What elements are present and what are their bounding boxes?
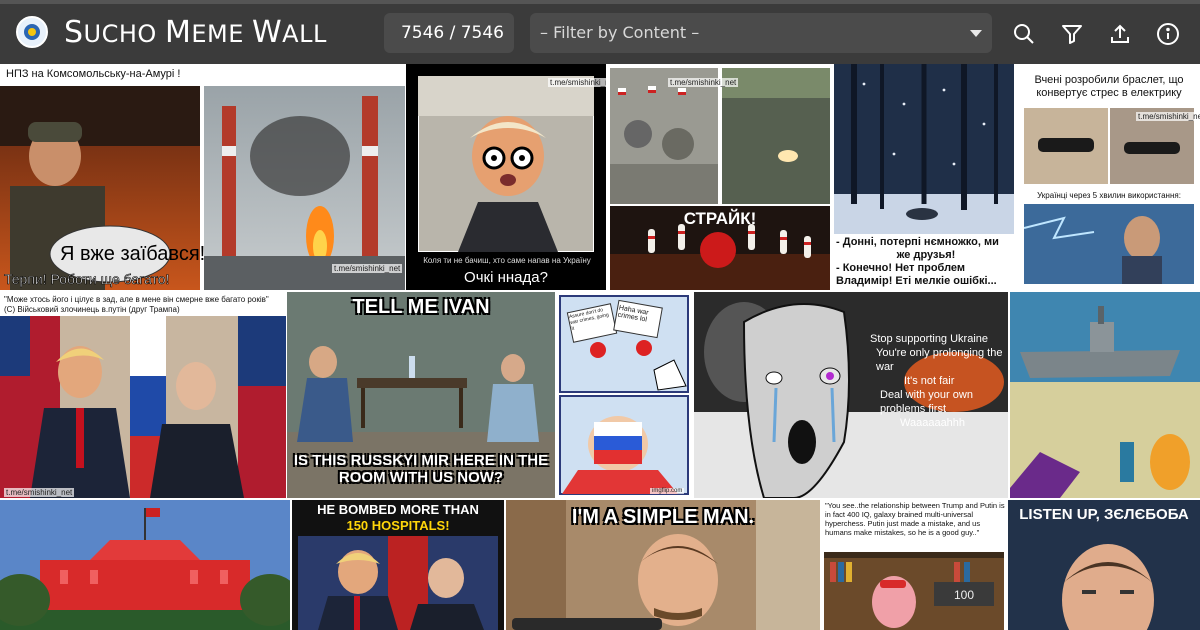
meme-counter[interactable]: 7546 / 7546 <box>384 13 514 53</box>
speech-bubble: Я вже заїбався! <box>60 243 205 265</box>
search-icon[interactable] <box>1012 22 1036 46</box>
meme-top-text: TELL ME IVAN <box>352 296 490 318</box>
meme-dialog: - Донні, потерпі нємножко, ми же друзья!… <box>836 236 999 287</box>
watermark: t.me/smishinki_net <box>4 488 75 497</box>
meme-title: HE BOMBED MORE THAN <box>317 502 479 517</box>
meme-overlay-text: Stop supporting Ukraine You're only prol… <box>870 333 1003 429</box>
meme-tile[interactable]: I'M A SIMPLE MAN. <box>506 500 820 630</box>
meme-caption: НПЗ на Комсомольську-на-Амурі ! <box>6 68 181 80</box>
meme-bottom-text: Терпи! Роботи ще багато! <box>4 271 169 287</box>
app-title: SUCHO MEME WALL <box>64 15 327 50</box>
meme-image <box>0 500 290 630</box>
meme-image <box>298 536 498 630</box>
filter-icon[interactable] <box>1060 22 1084 46</box>
meme-tile[interactable]: t.me/smishinki_net Коля ти не бачиш, хто… <box>406 64 606 290</box>
meme-tile[interactable]: Stop supporting Ukraine You're only prol… <box>694 292 1008 498</box>
filter-placeholder: – Filter by Content – <box>540 23 700 42</box>
sucho-logo[interactable] <box>16 16 48 48</box>
meme-image <box>834 64 1014 234</box>
meme-title-highlight: 150 HOSPITALS! <box>346 518 450 533</box>
meme-title: LISTEN UP, ЗЄЛЄБОБА <box>1019 506 1189 523</box>
meme-tile[interactable]: - Донні, потерпі нємножко, ми же друзья!… <box>834 64 1014 290</box>
meme-tile[interactable]: TELL ME IVAN IS THIS RUSSKYI MIR HERE IN… <box>287 292 555 498</box>
meme-image <box>0 316 286 498</box>
logo-sun-icon <box>28 28 36 36</box>
watermark: imgflip.com <box>650 488 685 494</box>
meme-tile[interactable]: "You see..the relationship between Trump… <box>822 500 1006 630</box>
meme-tile[interactable]: Вчені розробили браслет, що конвертує ст… <box>1016 64 1200 290</box>
meme-subcaption: Коля ти не бачиш, хто саме напав на Укра… <box>423 256 591 265</box>
upload-icon[interactable] <box>1108 22 1132 46</box>
meme-top-text: "Може хтось його і цілує в зад, але в ме… <box>4 295 269 314</box>
watermark: t.me/smishinki_net <box>548 78 606 87</box>
meme-mid-text: Українці через 5 хвилин використання: <box>1037 191 1181 200</box>
meme-image: 100 <box>824 552 1004 630</box>
meme-image: Я вже заїбався! Терпи! Роботи ще багато! <box>0 86 405 290</box>
meme-quote: "You see..the relationship between Trump… <box>825 501 1005 537</box>
tv-number: 100 <box>954 588 974 602</box>
meme-image <box>1010 292 1200 498</box>
top-bar: SUCHO MEME WALL 7546 / 7546 – Filter by … <box>0 0 1200 64</box>
meme-title: I'M A SIMPLE MAN. <box>571 506 755 528</box>
meme-tile[interactable] <box>1010 292 1200 498</box>
meme-tile[interactable]: LISTEN UP, ЗЄЛЄБОБА <box>1008 500 1200 630</box>
meme-tile[interactable] <box>0 500 290 630</box>
meme-banner: СТРАЙК! <box>684 209 757 228</box>
meme-title: Очкі ннада? <box>464 269 548 286</box>
watermark: t.me/smishinki_net <box>1136 112 1200 121</box>
meme-top-text: Вчені розробили браслет, що конвертує ст… <box>1034 74 1184 99</box>
meme-tile[interactable]: СТРАЙК! t.me/smishinki_net <box>608 64 832 290</box>
meme-image: СТРАЙК! <box>610 68 830 290</box>
meme-tile[interactable]: НПЗ на Комсомольську-на-Амурі ! Я вже за… <box>0 64 405 290</box>
meme-tile[interactable]: Assure don't do war crimes, going it Hah… <box>556 292 692 498</box>
watermark: t.me/smishinki_net <box>668 78 739 87</box>
info-icon[interactable] <box>1156 22 1180 46</box>
meme-tile[interactable]: HE BOMBED MORE THAN 150 HOSPITALS! <box>292 500 504 630</box>
chevron-down-icon <box>970 30 982 37</box>
meme-bottom-text: IS THIS RUSSKYI MIR HERE IN THE ROOM WIT… <box>293 452 549 486</box>
watermark: t.me/smishinki_net <box>332 264 403 273</box>
content-filter-select[interactable]: – Filter by Content – <box>530 13 992 53</box>
meme-image <box>418 76 594 252</box>
meme-tile[interactable]: "Може хтось його і цілує в зад, але в ме… <box>0 292 286 498</box>
